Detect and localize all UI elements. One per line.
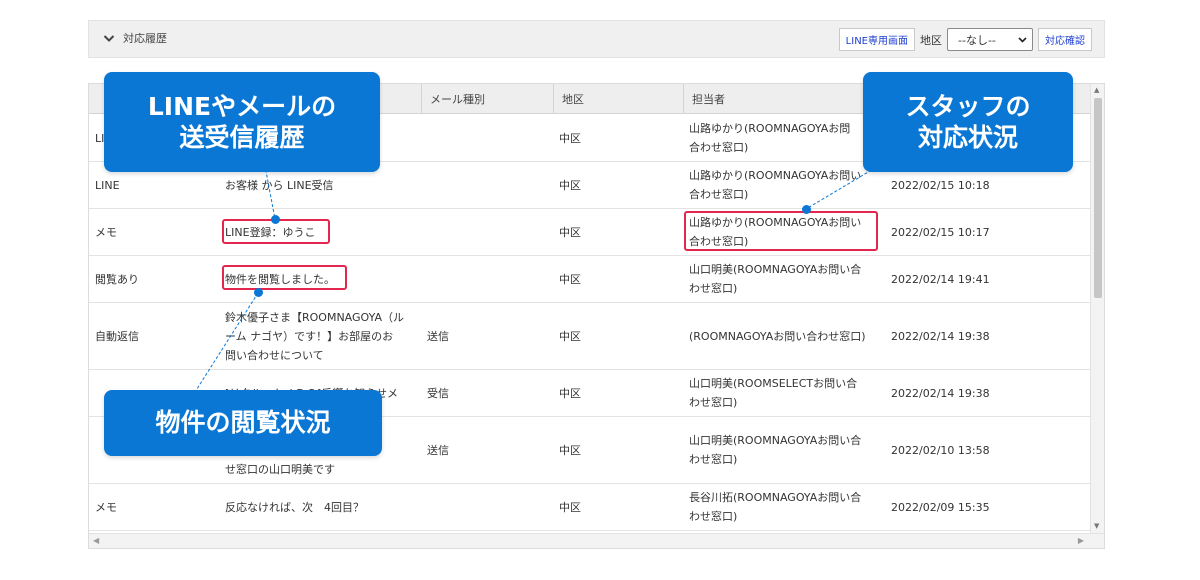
cell-datetime: 2022/02/15 10:17 bbox=[891, 225, 990, 239]
cell-district: 中区 bbox=[559, 443, 581, 457]
table-row[interactable]: メモ 反応なければ、次 4回目？ 中区 長谷川拓(ROOMNAGOYAお問い合 … bbox=[89, 484, 1090, 531]
cell-type: メモ bbox=[95, 225, 117, 239]
cell-mail-type: 受信 bbox=[427, 386, 449, 400]
callout-anchor-dot bbox=[802, 205, 811, 214]
chevron-down-icon bbox=[103, 34, 115, 42]
scroll-up-arrow-icon[interactable]: ▲ bbox=[1094, 86, 1099, 94]
cell-district: 中区 bbox=[559, 500, 581, 514]
column-header-district[interactable]: 地区 bbox=[553, 84, 683, 114]
cell-datetime: 2022/02/14 19:38 bbox=[891, 329, 990, 343]
vertical-scroll-thumb[interactable] bbox=[1094, 98, 1102, 298]
cell-mail-type bbox=[427, 484, 547, 530]
cell-staff: 山路ゆかり(ROOMNAGOYAお問 合わせ窓口) bbox=[689, 122, 851, 154]
column-header-staff[interactable]: 担当者 bbox=[683, 84, 889, 114]
callout-message-history: LINEやメールの 送受信履歴 bbox=[104, 72, 380, 172]
region-label: 地区 bbox=[920, 33, 942, 47]
cell-district: 中区 bbox=[559, 131, 581, 145]
cell-district: 中区 bbox=[559, 329, 581, 343]
cell-datetime: 2022/02/14 19:38 bbox=[891, 386, 990, 400]
cell-mail-type: 送信 bbox=[427, 329, 449, 343]
cell-mail-type bbox=[427, 256, 547, 302]
chevron-down-icon bbox=[1018, 36, 1027, 43]
cell-mail-type bbox=[427, 115, 547, 161]
cell-staff: 山口明美(ROOMSELECTお問い合 わせ窓口) bbox=[689, 377, 858, 409]
scroll-left-arrow-icon[interactable]: ◀ bbox=[93, 536, 99, 545]
cell-staff: 山口明美(ROOMNAGOYAお問い合 わせ窓口) bbox=[689, 434, 862, 466]
callout-viewing-status: 物件の閲覧状況 bbox=[104, 390, 382, 456]
cell-type: 閲覧あり bbox=[95, 272, 139, 286]
horizontal-scrollbar[interactable]: ◀ ▶ bbox=[89, 533, 1104, 548]
callout-anchor-dot bbox=[254, 288, 263, 297]
scroll-down-arrow-icon[interactable]: ▼ bbox=[1094, 522, 1099, 530]
callout-anchor-dot bbox=[271, 215, 280, 224]
cell-district: 中区 bbox=[559, 225, 581, 239]
panel-title: 対応履歴 bbox=[123, 32, 167, 45]
cell-staff: 山口明美(ROOMNAGOYAお問い合 わせ窓口) bbox=[689, 263, 862, 295]
highlight-property-viewed bbox=[222, 265, 347, 290]
cell-datetime: 2022/02/14 19:41 bbox=[891, 272, 990, 286]
cell-staff: 長谷川拓(ROOMNAGOYAお問い合 わせ窓口) bbox=[689, 491, 862, 523]
cell-district: 中区 bbox=[559, 272, 581, 286]
region-select[interactable]: --なし-- bbox=[947, 28, 1033, 51]
cell-content: 反応なければ、次 4回目？ bbox=[225, 500, 364, 514]
vertical-scrollbar[interactable]: ▲ ▼ bbox=[1090, 84, 1104, 534]
line-screen-button[interactable]: LINE専用画面 bbox=[838, 28, 915, 51]
highlight-staff bbox=[684, 211, 878, 251]
cell-staff: 山路ゆかり(ROOMNAGOYAお問い 合わせ窓口) bbox=[689, 169, 862, 201]
cell-district: 中区 bbox=[559, 386, 581, 400]
history-panel-toggle[interactable]: 対応履歴 bbox=[103, 30, 167, 46]
cell-content: 鈴木優子さま【ROOMNAGOYA（ル ーム ナゴヤ）です！】お部屋のお 問い合… bbox=[225, 310, 404, 362]
history-panel-header: 対応履歴 LINE専用画面 地区 --なし-- 対応確認 bbox=[88, 20, 1105, 58]
region-select-value: --なし-- bbox=[958, 33, 996, 47]
column-header-mail-type[interactable]: メール種別 bbox=[421, 84, 553, 114]
callout-staff-status: スタッフの 対応状況 bbox=[863, 72, 1073, 172]
cell-mail-type bbox=[427, 162, 547, 208]
confirm-response-button[interactable]: 対応確認 bbox=[1038, 28, 1092, 51]
cell-datetime: 2022/02/10 13:58 bbox=[891, 443, 990, 457]
table-row[interactable]: 自動返信 鈴木優子さま【ROOMNAGOYA（ル ーム ナゴヤ）です！】お部屋の… bbox=[89, 303, 1090, 370]
cell-type: 自動返信 bbox=[95, 329, 139, 343]
cell-mail-type: 送信 bbox=[427, 443, 449, 457]
scroll-right-arrow-icon[interactable]: ▶ bbox=[1078, 536, 1084, 545]
cell-mail-type bbox=[427, 209, 547, 255]
cell-datetime: 2022/02/09 15:35 bbox=[891, 500, 990, 514]
cell-staff: (ROOMNAGOYAお問い合わせ窓口) bbox=[689, 329, 866, 343]
cell-district: 中区 bbox=[559, 178, 581, 192]
cell-type: メモ bbox=[95, 500, 117, 514]
